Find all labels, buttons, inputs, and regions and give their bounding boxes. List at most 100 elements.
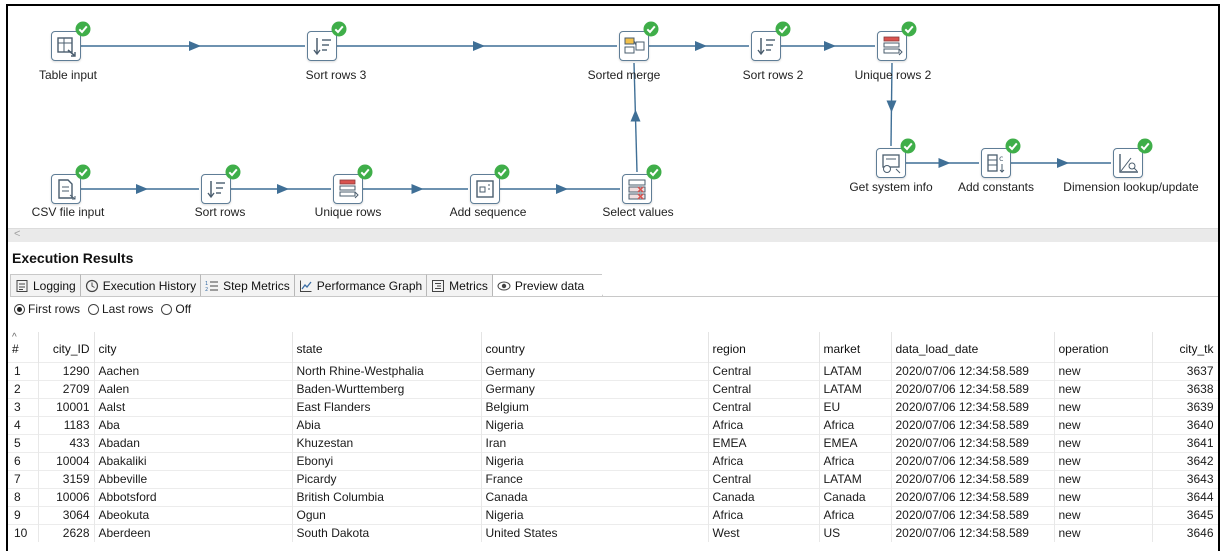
cell-operation: new [1054, 505, 1153, 524]
cell-operation: new [1054, 469, 1153, 488]
table-row[interactable]: 10 2628 Aberdeen South Dakota United States W… [8, 523, 1218, 542]
cell-region: Central [708, 361, 820, 380]
column-label: city_tk [1179, 341, 1214, 356]
hop-arrow-icon [886, 100, 897, 113]
cell-data-load-date: 2020/07/06 12:34:58.589 [891, 487, 1055, 506]
radio-last-rows[interactable]: Last rows [88, 302, 153, 316]
cell-country: Nigeria [481, 415, 709, 434]
step-label: Sort rows [194, 205, 246, 219]
cell-city-tk: 3640 [1152, 415, 1218, 434]
cell-: 7 [8, 469, 39, 488]
cell-country: France [481, 469, 709, 488]
success-check-icon [494, 164, 510, 180]
cell-city: Abeokuta [94, 505, 293, 524]
cell-: 2 [8, 379, 39, 398]
cell-operation: new [1054, 361, 1153, 380]
table-row[interactable]: 7 3159 Abbeville Picardy France Central LATAM 2… [8, 469, 1218, 488]
cell-state: South Dakota [292, 523, 482, 542]
hop-arrow-icon [556, 184, 568, 194]
tab-step-metrics[interactable]: 1 2 Step Metrics [201, 274, 295, 296]
column-header-operation[interactable]: operation [1054, 332, 1153, 362]
cell-market: EU [819, 397, 892, 416]
table-row[interactable]: 2 2709 Aalen Baden-Wurttemberg Germany Centra… [8, 379, 1218, 398]
column-header-state[interactable]: state [292, 332, 482, 362]
hop-csv_file_input-to-sort_rows[interactable] [81, 184, 199, 194]
preview-mode-radios: First rows Last rows Off [14, 302, 191, 316]
tab-preview-data[interactable]: Preview data [492, 274, 615, 296]
svg-text:c: c [999, 154, 1003, 163]
column-header-region[interactable]: region [708, 332, 820, 362]
radio-button[interactable] [14, 303, 25, 315]
table-row[interactable]: 4 1183 Aba Abia Nigeria Africa Africa 2020/07/0… [8, 415, 1218, 434]
scroll-left-icon[interactable]: < [14, 228, 20, 240]
column-label: operation [1058, 341, 1109, 356]
table-row[interactable]: 6 10004 Abakaliki Ebonyi Nigeria Africa Africa… [8, 451, 1218, 470]
hop-arrow-icon [1057, 158, 1069, 168]
column-header-[interactable]: ^ # [8, 332, 39, 362]
success-check-icon [900, 138, 916, 154]
radio-label: First rows [28, 302, 80, 316]
cell-country: Germany [481, 379, 709, 398]
radio-off[interactable]: Off [161, 302, 191, 316]
tab-logging[interactable]: Logging [10, 274, 81, 296]
cell-state: Ogun [292, 505, 482, 524]
column-header-city-id[interactable]: city_ID [38, 332, 95, 362]
column-header-country[interactable]: country [481, 332, 709, 362]
step-label: Get system info [849, 180, 933, 194]
cell-data-load-date: 2020/07/06 12:34:58.589 [891, 433, 1055, 452]
dimension-icon [1119, 154, 1138, 173]
cell-data-load-date: 2020/07/06 12:34:58.589 [891, 415, 1055, 434]
canvas-horizontal-scrollbar[interactable]: < [8, 228, 1218, 242]
radio-button[interactable] [88, 303, 99, 315]
cell-city-tk: 3644 [1152, 487, 1218, 506]
table-row[interactable]: 1 1290 Aachen North Rhine-Westphalia Germany… [8, 361, 1218, 380]
hop-add_sequence-to-select_values[interactable] [500, 184, 620, 194]
cell-data-load-date: 2020/07/06 12:34:58.589 [891, 397, 1055, 416]
table-row[interactable]: 3 10001 Aalst East Flanders Belgium Central EU… [8, 397, 1218, 416]
cell-region: Central [708, 469, 820, 488]
cell-market: Canada [819, 487, 892, 506]
cell-: 1 [8, 361, 39, 380]
column-label: state [296, 341, 323, 356]
table-row[interactable]: 9 3064 Abeokuta Ogun Nigeria Africa Africa 2020… [8, 505, 1218, 524]
metrics-icon [432, 279, 445, 292]
table-row[interactable]: 8 10006 Abbotsford British Columbia Canada Ca… [8, 487, 1218, 506]
step-label: Dimension lookup/update [1063, 180, 1199, 194]
hop-arrow-icon [277, 184, 289, 194]
cell-city-id: 433 [38, 433, 95, 452]
tab-execution-history[interactable]: Execution History [80, 274, 202, 296]
hop-sort_rows-to-unique_rows[interactable] [231, 184, 331, 194]
tab-performance-graph[interactable]: Performance Graph [294, 274, 428, 296]
step-label: Select values [602, 205, 674, 219]
hop-sort_rows_2-to-unique_rows_2[interactable] [781, 41, 875, 51]
cell-: 3 [8, 397, 39, 416]
cell-country: Germany [481, 361, 709, 380]
table-row[interactable]: 5 433 Abadan Khuzestan Iran EMEA EMEA 2020/07/0… [8, 433, 1218, 452]
hop-add_constants-to-dimension_lookup[interactable] [1011, 158, 1111, 168]
radio-button[interactable] [161, 303, 173, 315]
tab-metrics[interactable]: Metrics [427, 274, 493, 296]
column-header-market[interactable]: market [819, 332, 892, 362]
column-header-city-tk[interactable]: city_tk [1152, 332, 1218, 362]
hop-sort_rows_3-to-sorted_merge[interactable] [337, 41, 617, 51]
cell-: 8 [8, 487, 39, 506]
cell-: 9 [8, 505, 39, 524]
column-header-city[interactable]: city [94, 332, 293, 362]
step-label: CSV file input [31, 205, 105, 219]
transformation-canvas[interactable]: Table input Sort rows 3 Sorted merge Sort r… [8, 6, 1218, 228]
cell-city-tk: 3641 [1152, 433, 1218, 452]
cell-region: Africa [708, 451, 820, 470]
sort-icon [207, 181, 225, 199]
hop-unique_rows-to-add_sequence[interactable] [363, 184, 468, 194]
cell-state: Picardy [292, 469, 482, 488]
transformation-window: Table input Sort rows 3 Sorted merge Sort r… [6, 4, 1220, 551]
hop-sorted_merge-to-sort_rows_2[interactable] [649, 41, 749, 51]
column-header-data-load-date[interactable]: data_load_date [891, 332, 1055, 362]
radio-first-rows[interactable]: First rows [14, 302, 80, 316]
hop-get_system_info-to-add_constants[interactable] [906, 158, 979, 168]
step-label: Unique rows 2 [854, 68, 932, 82]
cell-city-tk: 3638 [1152, 379, 1218, 398]
hop-arrow-icon [473, 41, 485, 51]
hop-table_input-to-sort_rows_3[interactable] [81, 41, 305, 51]
cell-city-id: 3159 [38, 469, 95, 488]
